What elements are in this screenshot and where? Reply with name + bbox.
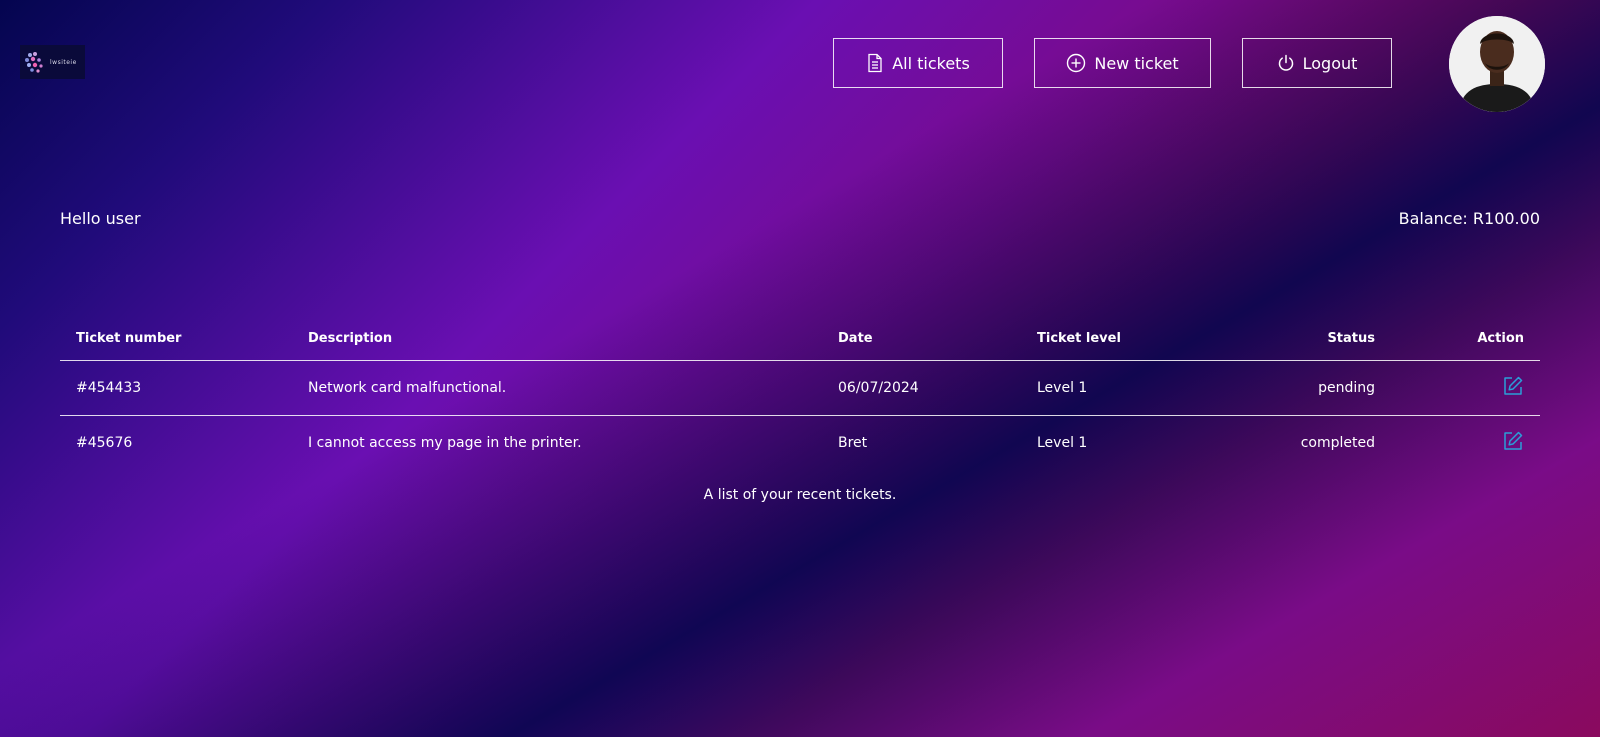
new-ticket-button[interactable]: New ticket xyxy=(1034,38,1211,88)
plus-circle-icon xyxy=(1066,53,1086,73)
edit-icon[interactable] xyxy=(1502,430,1524,452)
status-cell: pending xyxy=(1191,360,1391,416)
balance: Balance: R100.00 xyxy=(1398,209,1540,228)
edit-icon[interactable] xyxy=(1502,375,1524,397)
logo[interactable]: lwsiteie xyxy=(20,45,85,79)
logout-button[interactable]: Logout xyxy=(1242,38,1392,88)
description-cell: I cannot access my page in the printer. xyxy=(308,435,582,451)
power-icon xyxy=(1277,54,1295,72)
column-header-action: Action xyxy=(1391,316,1540,361)
page: lwsiteie All tickets New ticket Logout H… xyxy=(0,0,1600,737)
column-header-status: Status xyxy=(1191,316,1391,361)
all-tickets-button[interactable]: All tickets xyxy=(833,38,1003,88)
ticket-level-cell: Level 1 xyxy=(1021,360,1191,416)
ticket-level-cell: Level 1 xyxy=(1037,435,1088,451)
action-cell xyxy=(1391,360,1540,416)
column-header-ticket-number: Ticket number xyxy=(60,316,292,361)
all-tickets-label: All tickets xyxy=(892,53,970,73)
new-ticket-label: New ticket xyxy=(1094,53,1179,73)
table-row: #454433 Network card malfunctional. 06/0… xyxy=(60,360,1540,416)
action-cell xyxy=(1391,416,1540,471)
column-header-ticket-level: Ticket level xyxy=(1021,316,1191,361)
ticket-number-cell: #454433 xyxy=(60,360,292,416)
column-header-date: Date xyxy=(822,316,1021,361)
column-header-description: Description xyxy=(292,316,822,361)
document-icon xyxy=(866,53,884,73)
logo-text: lwsiteie xyxy=(50,58,77,66)
tickets-table: Ticket number Description Date Ticket le… xyxy=(60,316,1540,470)
status-cell: completed xyxy=(1300,435,1375,451)
logout-label: Logout xyxy=(1302,53,1358,73)
date-cell: Bret xyxy=(838,435,868,451)
avatar[interactable] xyxy=(1449,16,1545,112)
date-cell: 06/07/2024 xyxy=(822,360,1021,416)
table-row: #45676 I cannot access my page in the pr… xyxy=(60,416,1540,471)
greeting: Hello user xyxy=(60,209,141,228)
description-cell: Network card malfunctional. xyxy=(292,360,822,416)
logo-icon xyxy=(25,52,43,73)
ticket-number-cell: #45676 xyxy=(76,435,133,451)
table-header-row: Ticket number Description Date Ticket le… xyxy=(60,316,1540,361)
table-caption: A list of your recent tickets. xyxy=(703,487,897,503)
